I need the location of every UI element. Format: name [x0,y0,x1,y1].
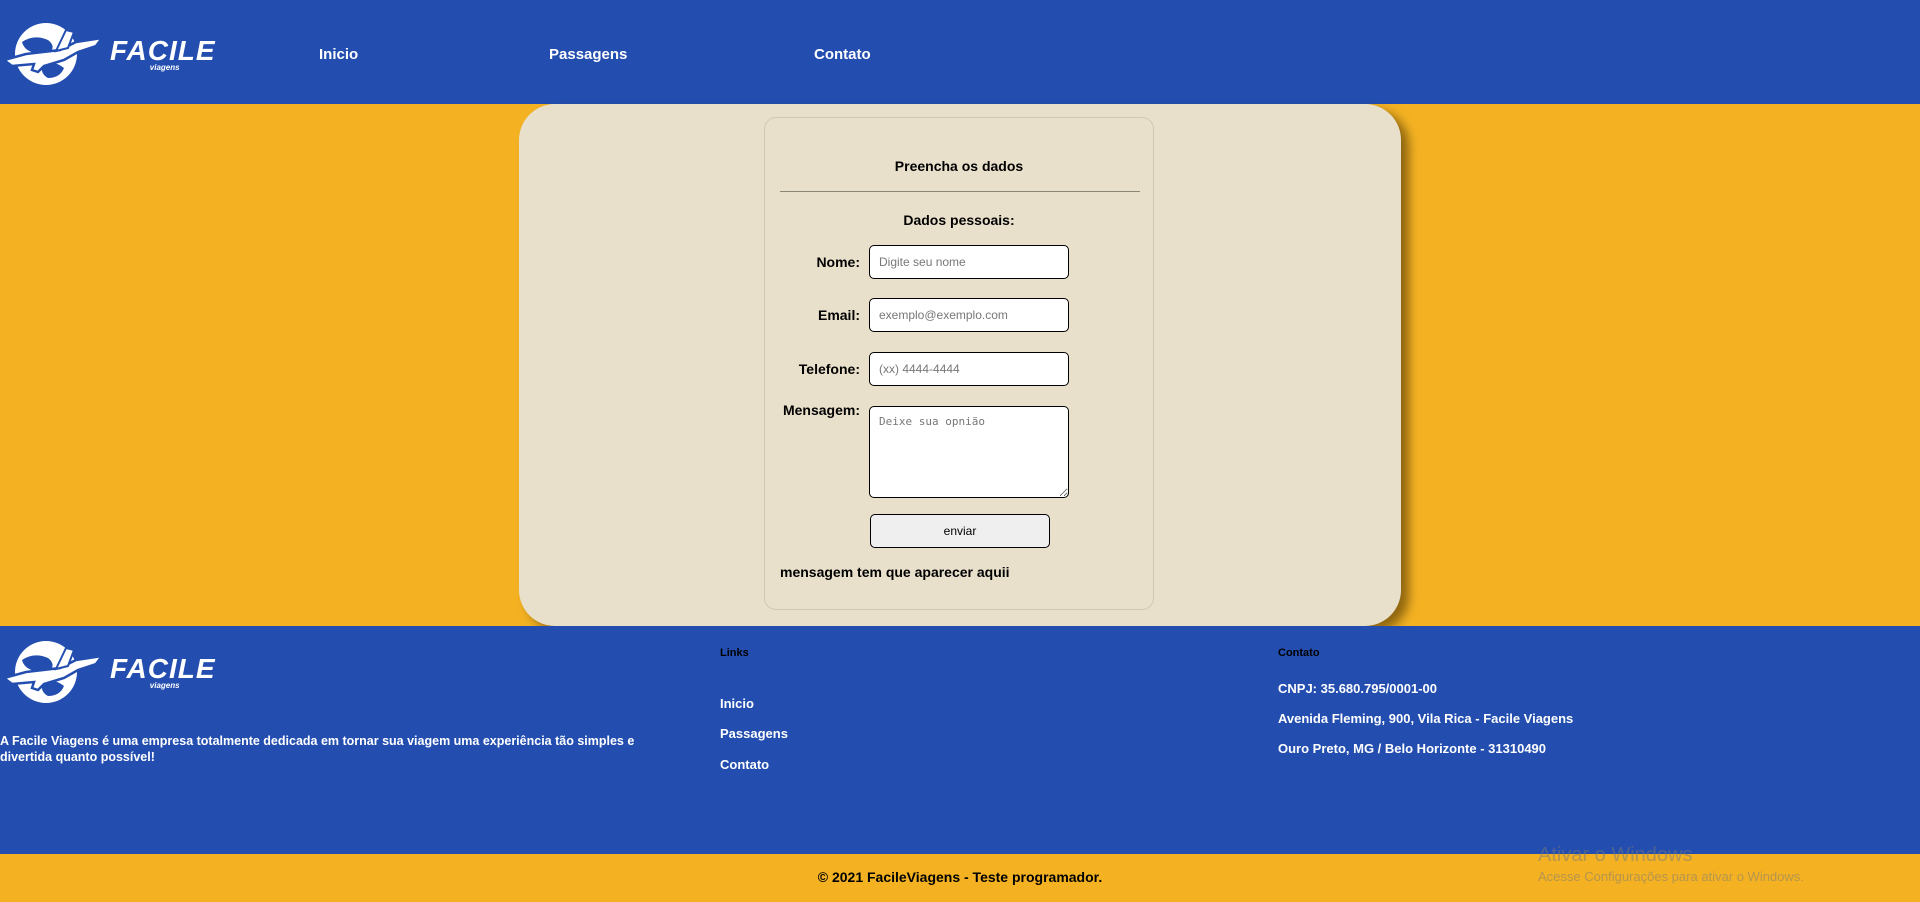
content-panel: Preencha os dados Dados pessoais: Nome: … [519,104,1401,626]
globe-airplane-icon [4,641,104,703]
links-heading: Links [720,647,749,659]
telefone-input[interactable] [869,352,1069,386]
nav-passagens[interactable]: Passagens [549,46,627,63]
email-label: Email: [817,307,860,323]
contact-form: Preencha os dados Dados pessoais: Nome: … [764,117,1154,610]
globe-airplane-icon [4,23,104,85]
site-header: FACILE viagens Inicio Passagens Contato [0,0,1920,104]
logo-name: FACILE [110,34,216,66]
form-title: Preencha os dados [894,158,1024,174]
site-footer: FACILE viagens A Facile Viagens é uma em… [0,626,1920,854]
nav-contato[interactable]: Contato [814,46,871,63]
telefone-label: Telefone: [798,361,860,377]
footer-link-contato[interactable]: Contato [720,757,769,772]
form-message: mensagem tem que aparecer aquii [780,564,1010,580]
header-logo[interactable]: FACILE viagens [4,20,216,88]
windows-activation-title: Ativar o Windows [1538,844,1693,866]
contact-city: Ouro Preto, MG / Belo Horizonte - 313104… [1278,741,1547,756]
mensagem-label: Mensagem: [782,402,860,418]
mensagem-textarea[interactable] [869,406,1069,498]
email-input[interactable] [869,298,1069,332]
form-divider [780,191,1140,192]
section-title: Dados pessoais: [903,212,1015,228]
footer-link-inicio[interactable]: Inicio [720,696,754,711]
contact-cnpj: CNPJ: 35.680.795/0001-00 [1278,681,1438,696]
main-section: Preencha os dados Dados pessoais: Nome: … [0,104,1920,626]
contact-address: Avenida Fleming, 900, Vila Rica - Facile… [1278,711,1574,726]
nav-inicio[interactable]: Inicio [319,46,358,63]
footer-logo[interactable]: FACILE viagens [4,638,216,706]
send-button[interactable]: enviar [870,514,1050,548]
nome-input[interactable] [869,245,1069,279]
footer-link-passagens[interactable]: Passagens [720,726,788,741]
windows-activation-hint: Acesse Configurações para ativar o Windo… [1538,869,1804,884]
footer-logo-name: FACILE [110,652,216,684]
footer-description: A Facile Viagens é uma empresa totalment… [0,734,635,764]
contact-heading: Contato [1278,647,1320,659]
nome-label: Nome: [816,254,860,270]
